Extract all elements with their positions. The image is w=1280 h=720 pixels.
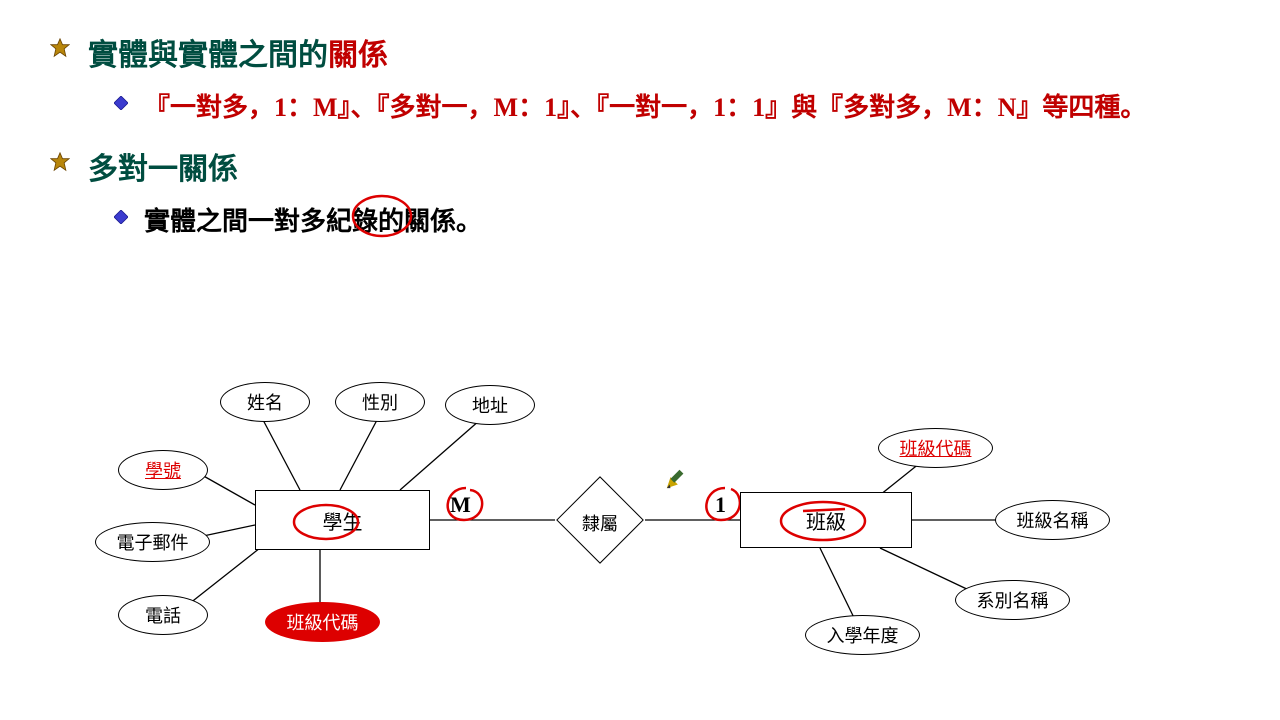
er-diagram: 學生 姓名 性別 地址 學號 電子郵件 電話 班級代碼 隸屬 M 1 班級 班級… <box>0 370 1280 710</box>
cardinality-m: M <box>450 492 471 518</box>
attr-name: 姓名 <box>220 382 310 422</box>
star-bullet-icon <box>50 38 70 58</box>
attr-address: 地址 <box>445 385 535 425</box>
star-bullet-icon <box>50 152 70 172</box>
diamond-bullet-icon <box>114 96 128 110</box>
pencil-cursor-icon <box>665 468 687 490</box>
section-2-sub-text: 實體之間一對多紀錄的關係。 <box>144 207 482 236</box>
section-1-title-prefix: 實體與實體之間的 <box>88 39 328 72</box>
attr-class-code: 班級代碼 <box>878 428 993 468</box>
attr-class-code-fk: 班級代碼 <box>265 602 380 642</box>
section-1-title-red: 關係 <box>328 39 388 72</box>
entity-class: 班級 <box>740 492 912 548</box>
attr-dept-name: 系別名稱 <box>955 580 1070 620</box>
section-1-title: 實體與實體之間的關係 <box>50 30 1230 74</box>
section-2-sub: 實體之間一對多紀錄的關係。 <box>114 200 1230 244</box>
diamond-bullet-icon <box>114 210 128 224</box>
attr-email: 電子郵件 <box>95 522 210 562</box>
attr-student-id: 學號 <box>118 450 208 490</box>
section-2-title: 多對一關係 <box>50 144 1230 188</box>
section-2-title-text: 多對一關係 <box>88 144 238 188</box>
entity-student: 學生 <box>255 490 430 550</box>
attr-phone: 電話 <box>118 595 208 635</box>
cardinality-1: 1 <box>715 492 726 518</box>
relationship-belongs: 隸屬 <box>555 490 645 550</box>
section-1-sub: 『一對多，1：M』、『多對一，M：1』、『一對一，1：1』與『多對多，M：N』等… <box>114 86 1230 130</box>
attr-class-name: 班級名稱 <box>995 500 1110 540</box>
section-1-sub-text: 『一對多，1：M』、『多對一，M：1』、『一對一，1：1』與『多對多，M：N』等… <box>144 86 1146 130</box>
attr-gender: 性別 <box>335 382 425 422</box>
attr-enroll-year: 入學年度 <box>805 615 920 655</box>
